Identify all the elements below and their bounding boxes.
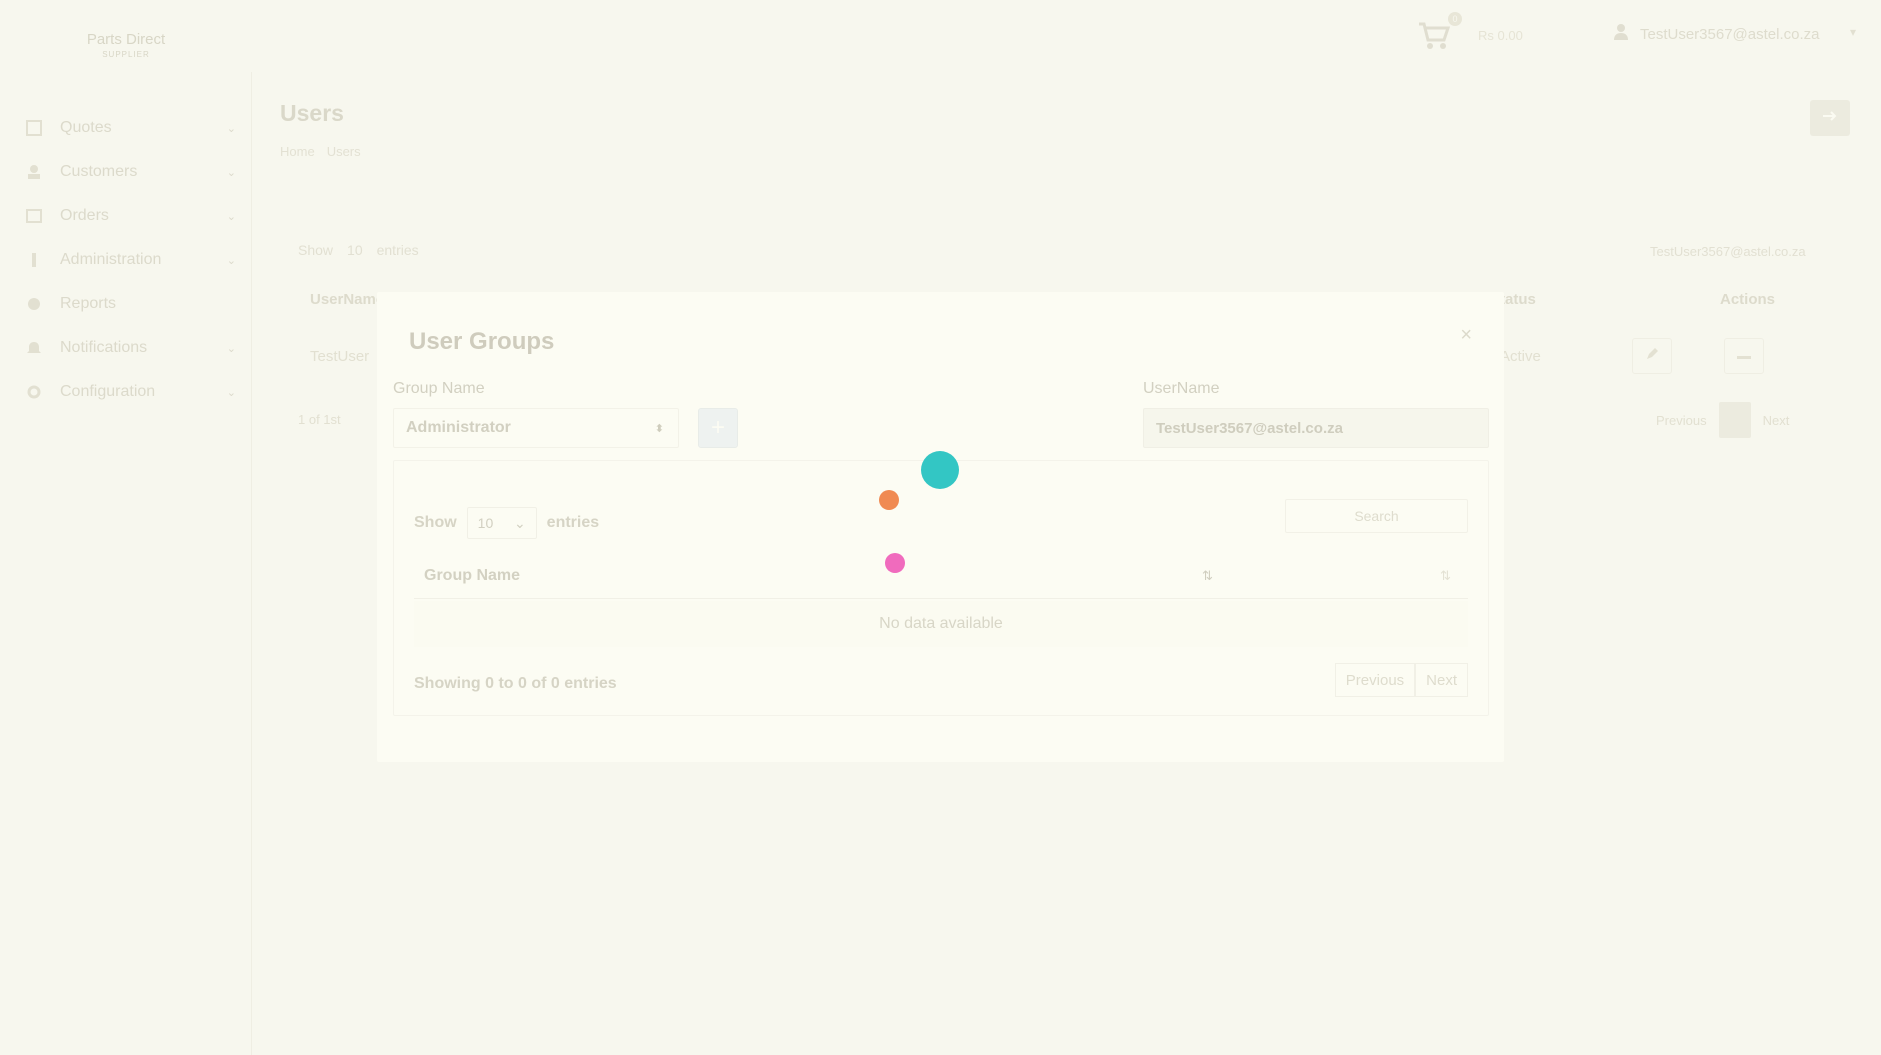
quote-icon (24, 120, 44, 136)
group-name-select[interactable]: Administrator ⬍ (393, 408, 679, 448)
groups-table-info: Showing 0 to 0 of 0 entries (414, 675, 617, 692)
brand-logo-subtitle: SUPPLIER (102, 50, 150, 59)
empty-table-message: No data available (414, 601, 1468, 647)
group-name-select-value: Administrator (406, 419, 511, 436)
edit-user-button[interactable] (1632, 338, 1672, 374)
chevron-down-icon[interactable]: ▾ (1850, 25, 1856, 39)
export-button[interactable] (1810, 100, 1850, 136)
add-group-button[interactable]: + (698, 408, 738, 448)
plus-icon: + (710, 414, 725, 441)
groups-pagination: Previous Next (1334, 663, 1468, 697)
row-status: Active (1500, 348, 1541, 365)
username-field[interactable]: TestUser3567@astel.co.za (1143, 408, 1489, 448)
sidebar-item-configuration[interactable]: Configuration ⌄ (24, 380, 236, 404)
chevron-down-icon: ⌄ (226, 166, 236, 179)
sidebar-item-customers[interactable]: Customers ⌄ (24, 160, 236, 184)
users-length-select[interactable]: 10 (347, 242, 363, 258)
page-title: Users (280, 100, 344, 126)
show-label: Show (298, 242, 334, 258)
cart-icon (1417, 21, 1451, 56)
show-label: Show (414, 514, 457, 531)
pencil-icon (1645, 347, 1659, 366)
column-header-group-name[interactable]: Group Name (424, 567, 520, 585)
chevron-down-icon: ⌄ (226, 210, 236, 223)
column-header-actions: Actions (1720, 291, 1776, 308)
sidebar-item-label: Administration (60, 251, 162, 268)
chevron-down-icon: ⌄ (226, 122, 236, 135)
sort-icon[interactable]: ⇅ (1202, 568, 1213, 584)
chevron-down-icon: ⌄ (226, 342, 236, 355)
sidebar: Quotes ⌄ Customers ⌄ Orders ⌄ Administra… (0, 72, 252, 1055)
users-length-control: Show 10 entries (298, 242, 419, 258)
users-table-info: 1 of 1st (298, 412, 341, 427)
loading-dot-orange (879, 490, 899, 510)
modal-title: User Groups (409, 328, 555, 355)
administration-icon (24, 252, 44, 268)
users-page-1-button[interactable] (1718, 402, 1751, 438)
users-pagination: Previous Next (1656, 402, 1789, 438)
sidebar-item-label: Orders (60, 207, 109, 224)
groups-table-header: Group Name ⇅ ⇅ (414, 553, 1468, 599)
gear-icon (24, 384, 44, 400)
loading-dot-pink (885, 553, 905, 573)
row-username: TestUser (310, 348, 370, 365)
chevron-down-icon: ⌄ (226, 386, 236, 399)
groups-next-button[interactable]: Next (1415, 663, 1468, 697)
loading-dot-large (921, 451, 959, 489)
sidebar-item-label: Quotes (60, 119, 112, 136)
sidebar-item-label: Customers (60, 163, 138, 180)
arrow-right-icon (1822, 109, 1838, 127)
sidebar-item-label: Configuration (60, 383, 156, 400)
groups-length-value: 10 (477, 515, 494, 531)
close-icon[interactable]: × (1460, 324, 1472, 347)
sidebar-item-orders[interactable]: Orders ⌄ (24, 204, 236, 228)
users-filter-input[interactable]: TestUser3567@astel.co.za (1650, 244, 1806, 259)
groups-previous-button[interactable]: Previous (1334, 663, 1416, 697)
sidebar-item-notifications[interactable]: Notifications ⌄ (24, 336, 236, 360)
more-icon (1737, 347, 1751, 365)
username-label: UserName (1143, 380, 1220, 397)
reports-icon (24, 296, 44, 312)
groups-search-input[interactable]: Search (1285, 499, 1468, 533)
user-groups-button[interactable] (1724, 338, 1764, 374)
groups-length-control: Show 10 ⌄ entries (414, 507, 599, 539)
entries-label: entries (376, 242, 419, 258)
brand-logo[interactable]: Parts Direct SUPPLIER (80, 22, 172, 68)
sidebar-item-quotes[interactable]: Quotes ⌄ (24, 116, 236, 140)
users-next-button[interactable]: Next (1763, 413, 1790, 428)
orders-icon (24, 208, 44, 224)
sort-icon[interactable]: ⇅ (1440, 568, 1451, 584)
select-arrows-icon: ⬍ (654, 422, 664, 435)
chevron-down-icon: ⌄ (226, 254, 236, 267)
brand-logo-text: Parts Direct (86, 31, 166, 48)
users-previous-button[interactable]: Previous (1656, 413, 1707, 428)
groups-length-select[interactable]: 10 ⌄ (466, 507, 537, 539)
column-header-username[interactable]: UserName (310, 291, 384, 308)
username-field-value: TestUser3567@astel.co.za (1156, 419, 1343, 437)
sidebar-item-label: Notifications (60, 339, 148, 356)
sidebar-item-reports[interactable]: Reports (24, 292, 236, 316)
top-navbar: Parts Direct SUPPLIER 0 Rs 0.00 TestUser… (0, 0, 1881, 72)
cart-count-badge: 0 (1448, 12, 1462, 26)
user-icon (1614, 24, 1628, 44)
cart-button[interactable] (1414, 20, 1454, 56)
group-name-label: Group Name (393, 380, 485, 397)
cart-total: Rs 0.00 (1478, 28, 1523, 43)
customers-icon (24, 164, 44, 180)
user-menu[interactable]: TestUser3567@astel.co.za (1614, 24, 1819, 44)
sidebar-item-administration[interactable]: Administration ⌄ (24, 248, 236, 272)
search-placeholder: Search (1354, 508, 1399, 524)
breadcrumb-home[interactable]: Home (280, 144, 315, 159)
user-email: TestUser3567@astel.co.za (1640, 25, 1820, 43)
sidebar-item-label: Reports (60, 295, 117, 312)
entries-label: entries (546, 514, 600, 531)
chevron-down-icon: ⌄ (513, 514, 526, 531)
breadcrumb: Home Users (280, 144, 361, 159)
user-groups-modal: User Groups × Group Name Administrator ⬍… (377, 292, 1504, 762)
bell-icon (24, 340, 44, 356)
breadcrumb-current: Users (326, 144, 361, 159)
user-groups-table-card: Show 10 ⌄ entries Search Group Name ⇅ ⇅ … (393, 460, 1489, 716)
